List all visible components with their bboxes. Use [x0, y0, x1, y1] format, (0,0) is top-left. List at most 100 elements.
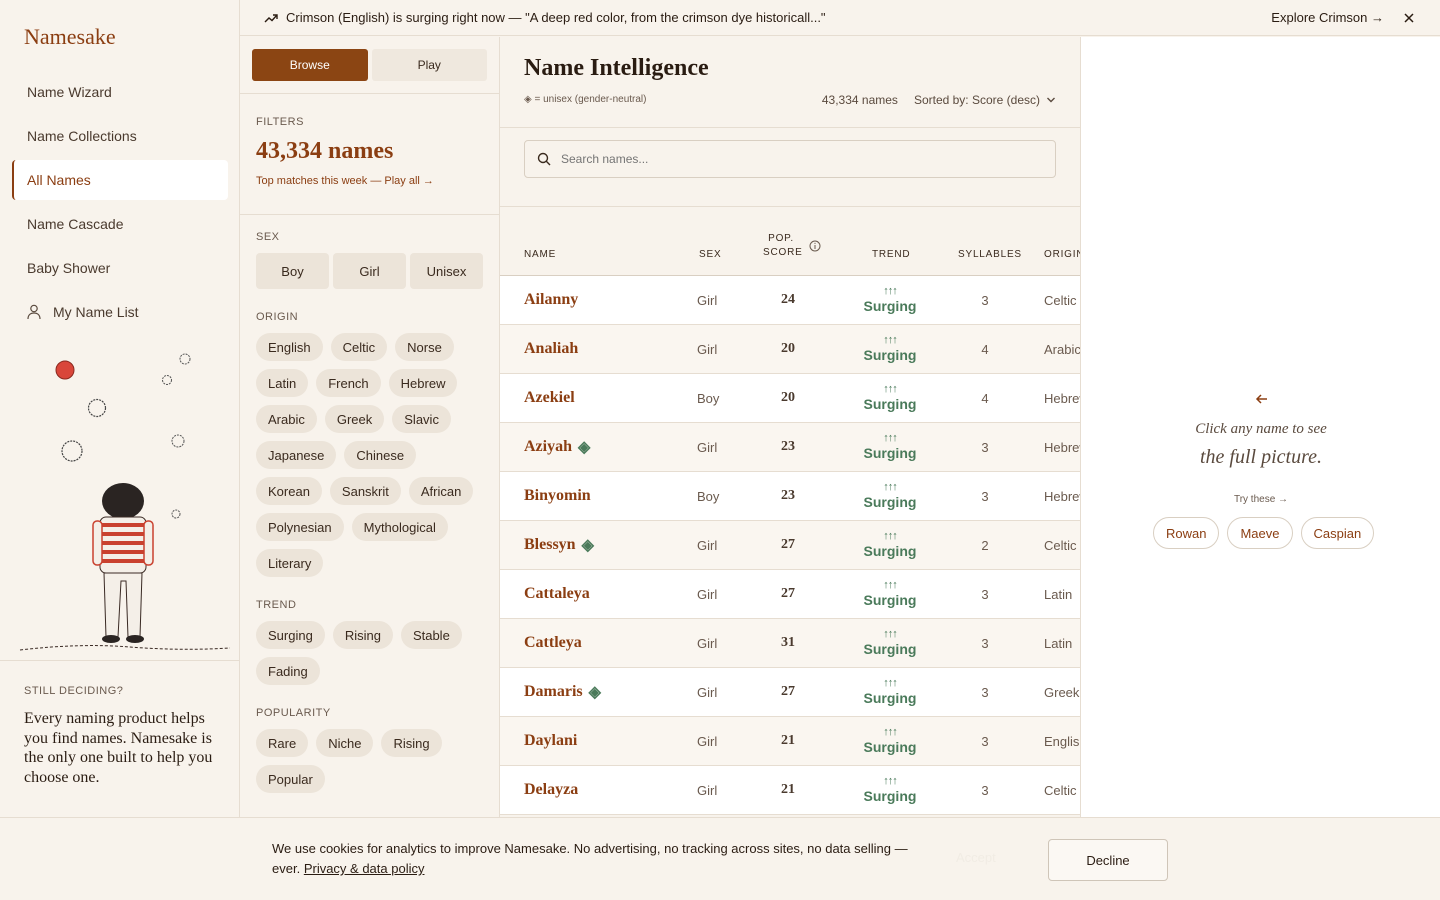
- score-cell: 27: [781, 684, 795, 699]
- origin-chip-mythological[interactable]: Mythological: [351, 513, 448, 541]
- sidebar-item-my-name-list[interactable]: My Name List: [12, 292, 228, 332]
- syllables-cell: 2: [981, 537, 989, 553]
- suggestion-rowan[interactable]: Rowan: [1153, 517, 1220, 549]
- top-matches-link[interactable]: Top matches this week — Play all →: [256, 175, 483, 187]
- syllables-cell: 3: [981, 684, 989, 700]
- trend-chip-fading[interactable]: Fading: [256, 657, 320, 685]
- popularity-chip-rare[interactable]: Rare: [256, 729, 309, 757]
- popularity-chip-niche[interactable]: Niche: [316, 729, 374, 757]
- table-header: Name Sex Pop. Score Trend Syllables Orig…: [500, 207, 1080, 276]
- sidebar-item-name-wizard[interactable]: Name Wizard: [12, 72, 228, 112]
- detail-empty-line1: Click any name to see: [1195, 421, 1327, 437]
- origin-chip-english[interactable]: English: [256, 333, 323, 361]
- trend-cell: ↑↑↑ Surging: [850, 668, 930, 716]
- search-box[interactable]: [524, 140, 1056, 178]
- sidebar-item-baby-shower[interactable]: Baby Shower: [12, 248, 228, 288]
- table-row[interactable]: Delayza Girl 21 ↑↑↑ Surging 3 Celtic: [500, 766, 1080, 815]
- popularity-chip-popular[interactable]: Popular: [256, 765, 325, 793]
- sort-dropdown[interactable]: Sorted by: Score (desc): [914, 93, 1056, 107]
- name-cell: Aziyah ◈: [524, 423, 590, 471]
- name-text: Ailanny: [524, 291, 579, 308]
- table-row[interactable]: Analiah Girl 20 ↑↑↑ Surging 4 Arabic: [500, 325, 1080, 374]
- brand-logo[interactable]: Namesake: [24, 24, 116, 50]
- suggestion-caspian[interactable]: Caspian: [1300, 517, 1375, 549]
- origin-chip-hebrew[interactable]: Hebrew: [388, 369, 458, 397]
- origin-chip-african[interactable]: African: [408, 477, 474, 505]
- sidebar-nav: Name Wizard Name Collections All Names N…: [12, 72, 228, 336]
- sex-option-unisex[interactable]: Unisex: [410, 253, 483, 289]
- tab-browse[interactable]: Browse: [252, 49, 368, 81]
- trend-cell: ↑↑↑ Surging: [850, 717, 930, 765]
- table-row[interactable]: Daylani Girl 21 ↑↑↑Surging 3 English: [500, 717, 1080, 766]
- origin-chip-slavic[interactable]: Slavic: [392, 405, 451, 433]
- column-name[interactable]: Name: [524, 249, 556, 260]
- privacy-policy-link[interactable]: Privacy & data policy: [304, 861, 425, 876]
- search-input[interactable]: [561, 152, 1041, 166]
- origin-chip-literary[interactable]: Literary: [256, 549, 324, 577]
- explore-crimson-link[interactable]: Explore Crimson →: [1271, 10, 1384, 25]
- origin-chip-norse[interactable]: Norse: [395, 333, 454, 361]
- origin-chip-chinese[interactable]: Chinese: [344, 441, 417, 469]
- origin-chip-japanese[interactable]: Japanese: [256, 441, 337, 469]
- origin-chip-latin[interactable]: Latin: [256, 369, 309, 397]
- decline-button[interactable]: Decline: [1048, 839, 1168, 881]
- name-text: Blessyn: [524, 536, 576, 553]
- trend-arrows-icon: ↑↑↑: [883, 383, 897, 395]
- trend-cell: ↑↑↑ Surging: [850, 766, 930, 814]
- popularity-chip-rising[interactable]: Rising: [381, 729, 442, 757]
- trend-label: Surging: [863, 592, 917, 608]
- trend-chip-stable[interactable]: Stable: [400, 621, 462, 649]
- sex-cell: Girl: [697, 439, 718, 455]
- sidebar-item-all-names[interactable]: All Names: [12, 160, 228, 200]
- trend-arrows-icon: ↑↑↑: [883, 530, 897, 542]
- sidebar-item-name-collections[interactable]: Name Collections: [12, 116, 228, 156]
- origin-chip-korean[interactable]: Korean: [256, 477, 322, 505]
- sidebar-item-name-cascade[interactable]: Name Cascade: [12, 204, 228, 244]
- column-trend[interactable]: Trend: [872, 249, 910, 260]
- column-sex[interactable]: Sex: [699, 249, 721, 260]
- score-cell: 20: [781, 341, 795, 356]
- info-icon[interactable]: [809, 240, 821, 252]
- syllables-cell: 3: [981, 586, 989, 602]
- origin-chip-french[interactable]: French: [316, 369, 381, 397]
- sidebar-item-label: My Name List: [53, 304, 139, 320]
- origin-chip-arabic[interactable]: Arabic: [256, 405, 317, 433]
- table-row[interactable]: Cattaleya Girl 27 ↑↑↑ Surging 3 Latin: [500, 570, 1080, 619]
- try-these-label: Try these →: [1233, 494, 1289, 505]
- table-row[interactable]: Blessyn ◈ Girl 27 ↑↑↑ Surging 2 Celtic: [500, 521, 1080, 570]
- tab-play[interactable]: Play: [371, 49, 487, 81]
- table-row[interactable]: Cattleya Girl 31 ↑↑↑ Surging 3 Latin: [500, 619, 1080, 668]
- table-row[interactable]: Ailanny Girl 24 ↑↑↑ Surging 3 Celtic: [500, 276, 1080, 325]
- trending-banner: Crimson (English) is surging right now —…: [240, 0, 1440, 36]
- sex-option-boy[interactable]: Boy: [256, 253, 329, 289]
- trend-arrows-icon: ↑↑↑: [883, 481, 897, 493]
- accept-button[interactable]: Accept: [956, 850, 996, 865]
- origin-chip-sanskrit[interactable]: Sanskrit: [329, 477, 401, 505]
- column-origin[interactable]: Origin: [1044, 249, 1080, 260]
- filters-summary: Filters 43,334 names Top matches this we…: [240, 94, 499, 215]
- origin-chip-greek[interactable]: Greek: [324, 405, 385, 433]
- score-cell: 21: [781, 733, 795, 748]
- origin-cell: Hebrew: [1044, 439, 1080, 455]
- origin-cell: Hebrew: [1044, 390, 1080, 406]
- trend-chip-rising[interactable]: Rising: [332, 621, 393, 649]
- trend-label: Surging: [863, 445, 917, 461]
- origin-filter: Origin English Celtic Norse Latin French Hebr…: [240, 289, 499, 577]
- unisex-legend: ◈ = unisex (gender-neutral): [524, 94, 647, 105]
- origin-chip-celtic[interactable]: Celtic: [330, 333, 388, 361]
- column-score[interactable]: Pop. Score: [763, 233, 802, 258]
- table-row[interactable]: Binyomin Boy 23 ↑↑↑Surging 3 Hebrew: [500, 472, 1080, 521]
- column-syllables[interactable]: Syllables: [958, 249, 1022, 260]
- close-icon[interactable]: [1402, 11, 1416, 25]
- table-row[interactable]: Damaris ◈ Girl 27 ↑↑↑ Surging 3 Greek: [500, 668, 1080, 717]
- table-row[interactable]: Azekiel Boy 20 ↑↑↑Surging 4 Hebrew: [500, 374, 1080, 423]
- sex-option-girl[interactable]: Girl: [333, 253, 406, 289]
- chevron-down-icon: [1047, 97, 1055, 103]
- trend-chip-surging[interactable]: Surging: [256, 621, 325, 649]
- suggestion-maeve[interactable]: Maeve: [1227, 517, 1293, 549]
- origin-chip-polynesian[interactable]: Polynesian: [256, 513, 344, 541]
- table-row[interactable]: Aziyah ◈ Girl 23 ↑↑↑Surging 3 Hebrew: [500, 423, 1080, 472]
- name-text: Daylani: [524, 732, 578, 749]
- origin-cell: Celtic: [1044, 292, 1077, 308]
- results-count: 43,334 names: [256, 138, 394, 164]
